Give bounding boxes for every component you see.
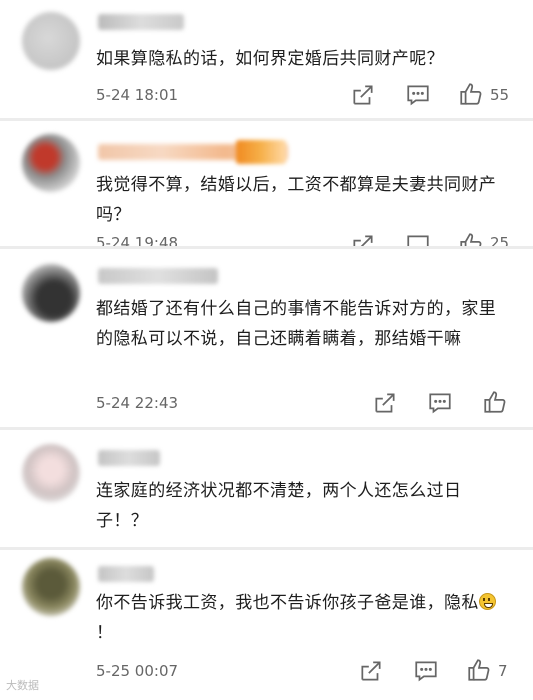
username[interactable] <box>98 268 218 284</box>
share-icon[interactable] <box>350 82 376 108</box>
comment-icon[interactable] <box>405 232 431 246</box>
like-count: 25 <box>490 234 510 246</box>
share-icon[interactable] <box>358 658 384 684</box>
watermark: 大数据 <box>6 679 39 692</box>
username[interactable] <box>98 450 160 466</box>
comment-item: 如果算隐私的话，如何界定婚后共同财产呢？ 5-24 18:01 55 <box>0 0 533 118</box>
avatar[interactable] <box>22 12 80 70</box>
comment-icon[interactable] <box>413 658 439 684</box>
like-count: 55 <box>490 86 510 104</box>
comment-time: 5-25 00:07 <box>96 662 179 680</box>
grinning-face-emoji <box>478 593 496 610</box>
comment-time: 5-24 18:01 <box>96 86 179 104</box>
comment-item: 连家庭的经济状况都不清楚，两个人还怎么过日子！？ <box>0 430 533 548</box>
comment-text: 你不告诉我工资，我也不告诉你孩子爸是谁，隐私 ！ <box>96 588 511 648</box>
thumbs-up-icon[interactable] <box>458 81 484 107</box>
comment-time: 5-24 19:48 <box>96 234 179 246</box>
divider <box>0 246 533 249</box>
thumbs-up-icon[interactable] <box>458 231 484 246</box>
comment-text-part: ！ <box>96 623 114 643</box>
username[interactable] <box>98 566 154 582</box>
share-icon[interactable] <box>372 390 398 416</box>
thumbs-up-icon[interactable] <box>466 657 492 683</box>
avatar[interactable] <box>22 134 80 192</box>
avatar[interactable] <box>22 444 80 502</box>
comment-text: 都结婚了还有什么自己的事情不能告诉对方的，家里的隐私可以不说，自己还瞒着瞒着，那… <box>96 299 497 349</box>
comment-item: 我觉得不算，结婚以后，工资不都算是夫妻共同财产吗？ 5-24 19:48 25 <box>0 122 533 246</box>
comment-icon[interactable] <box>427 390 453 416</box>
share-icon[interactable] <box>350 232 376 246</box>
avatar[interactable] <box>22 558 80 616</box>
user-badge <box>236 140 286 164</box>
comment-text: 我觉得不算，结婚以后，工资不都算是夫妻共同财产吗？ <box>96 175 497 225</box>
comment-text: 如果算隐私的话，如何界定婚后共同财产呢？ <box>96 49 444 69</box>
comment-item: 你不告诉我工资，我也不告诉你孩子爸是谁，隐私 ！ 5-25 00:07 7 <box>0 550 533 700</box>
thumbs-up-icon[interactable] <box>482 389 508 415</box>
like-count: 7 <box>498 662 508 680</box>
comment-text-part: 你不告诉我工资，我也不告诉你孩子爸是谁，隐私 <box>96 593 479 613</box>
comment-icon[interactable] <box>405 82 431 108</box>
divider <box>0 118 533 121</box>
username[interactable] <box>98 14 184 30</box>
comment-item: 都结婚了还有什么自己的事情不能告诉对方的，家里的隐私可以不说，自己还瞒着瞒着，那… <box>0 250 533 428</box>
avatar[interactable] <box>22 264 80 322</box>
comment-list: 如果算隐私的话，如何界定婚后共同财产呢？ 5-24 18:01 55 我觉得不算… <box>0 0 533 700</box>
comment-text: 连家庭的经济状况都不清楚，两个人还怎么过日子！？ <box>96 481 462 531</box>
comment-time: 5-24 22:43 <box>96 394 179 412</box>
